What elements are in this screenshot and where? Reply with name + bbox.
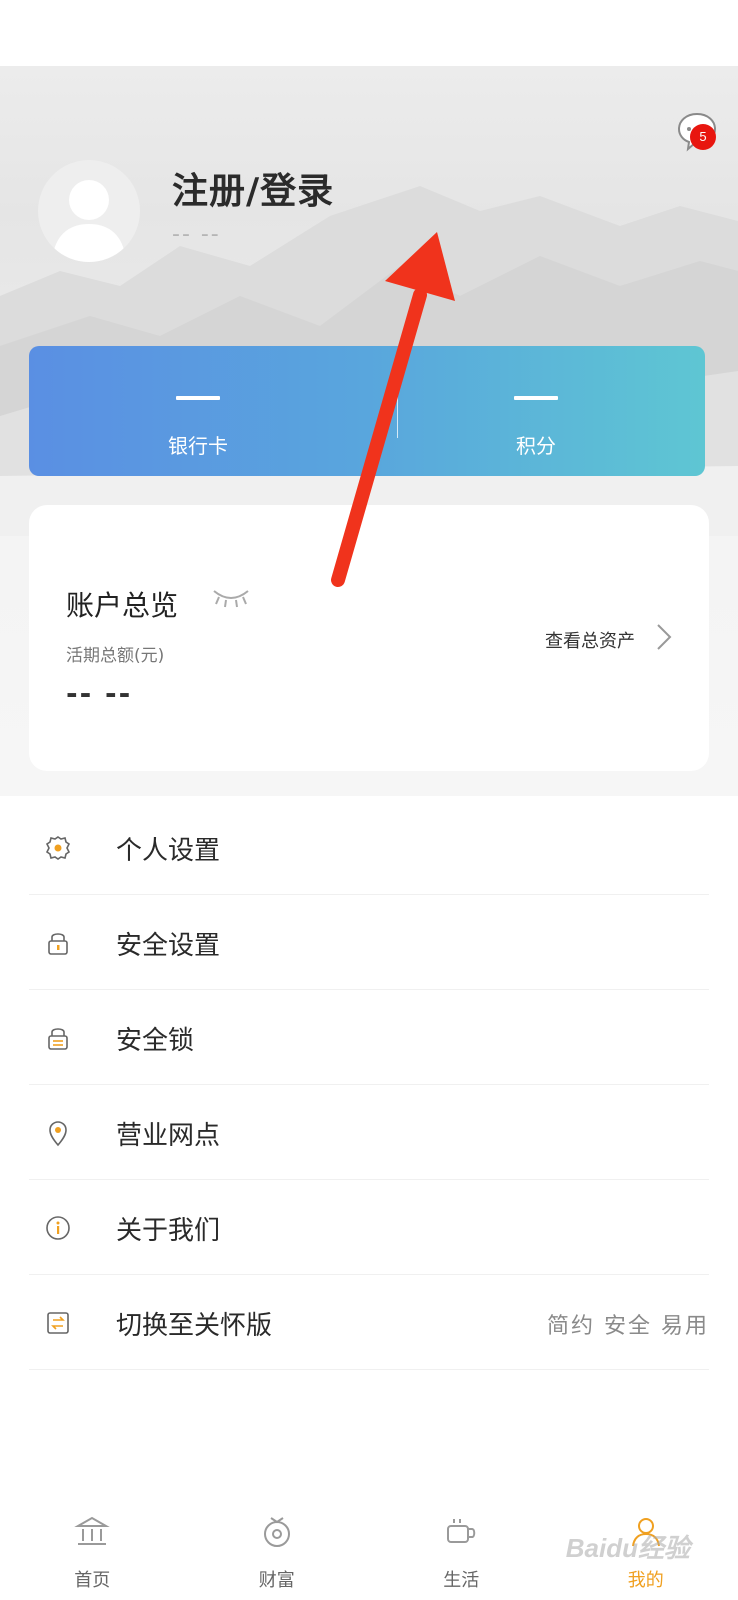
menu-item-security-lock[interactable]: 安全锁 <box>29 990 709 1085</box>
bank-icon <box>74 1516 111 1545</box>
coffee-icon <box>447 1519 476 1543</box>
menu-item-personal-settings[interactable]: 个人设置 <box>29 800 709 895</box>
demand-balance-label: 活期总额(元) <box>66 646 165 666</box>
chevron-right-icon[interactable] <box>655 622 673 652</box>
message-badge: 5 <box>690 124 716 150</box>
menu-item-label: 切换至关怀版 <box>116 1311 273 1341</box>
eye-closed-icon[interactable] <box>211 587 251 609</box>
login-register-link[interactable]: 注册/登录 <box>172 162 334 214</box>
points-label: 积分 <box>516 434 556 458</box>
menu-item-label: 营业网点 <box>116 1121 221 1151</box>
demand-balance-value: -- -- <box>66 677 133 710</box>
tab-home[interactable]: 首页 <box>0 1500 185 1600</box>
tab-life[interactable]: 生活 <box>369 1500 554 1600</box>
menu-item-label: 关于我们 <box>116 1216 221 1246</box>
menu-item-branches[interactable]: 营业网点 <box>29 1085 709 1180</box>
care-mode-tagline: 简约 安全 易用 <box>547 1314 709 1339</box>
tab-wealth[interactable]: 财富 <box>185 1500 370 1600</box>
menu-item-switch-care-mode[interactable]: 切换至关怀版 简约 安全 易用 <box>29 1275 709 1370</box>
lock-icon <box>48 933 68 955</box>
location-pin-icon <box>49 1121 67 1147</box>
avatar[interactable] <box>38 160 140 262</box>
bank-card-value <box>176 396 220 400</box>
info-icon <box>46 1216 70 1240</box>
status-bar <box>0 0 738 66</box>
gear-icon <box>45 836 71 860</box>
account-overview-card: 账户总览 活期总额(元) -- -- 查看总资产 <box>29 505 709 771</box>
view-total-assets-link[interactable]: 查看总资产 <box>545 627 635 653</box>
baidu-watermark: Baidu经验 <box>565 1533 690 1563</box>
tab-label: 生活 <box>443 1570 480 1591</box>
tab-label: 首页 <box>74 1570 111 1591</box>
menu-item-about-us[interactable]: 关于我们 <box>29 1180 709 1275</box>
points-value <box>514 396 558 400</box>
bank-card-entry[interactable]: 银行卡 <box>29 346 367 476</box>
lock-icon <box>48 1028 68 1050</box>
menu-item-label: 安全设置 <box>116 931 221 961</box>
menu-item-label: 个人设置 <box>116 836 221 866</box>
login-subtitle: -- -- <box>172 222 221 247</box>
menu-item-security-settings[interactable]: 安全设置 <box>29 895 709 990</box>
bank-card-label: 银行卡 <box>168 434 228 458</box>
tab-label: 我的 <box>627 1570 664 1591</box>
switch-icon <box>47 1312 69 1334</box>
settings-menu: 个人设置 安全设置 安全锁 营业网点 关于我们 切换至关怀版 简约 安全 易用 <box>0 800 738 1370</box>
tab-label: 财富 <box>258 1570 295 1591</box>
points-entry[interactable]: 积分 <box>367 346 705 476</box>
menu-item-label: 安全锁 <box>116 1026 195 1056</box>
account-overview-title: 账户总览 <box>66 589 179 622</box>
summary-card: 银行卡 积分 <box>29 346 705 476</box>
wealth-icon <box>263 1517 290 1547</box>
